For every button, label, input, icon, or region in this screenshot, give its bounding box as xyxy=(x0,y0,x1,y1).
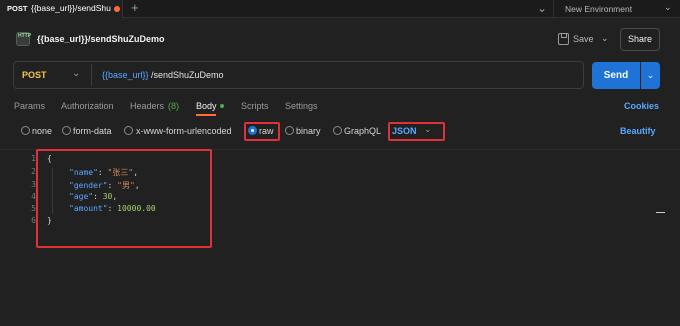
radio-binary-label[interactable]: binary xyxy=(296,126,321,136)
save-icon[interactable] xyxy=(558,33,569,45)
environment-selector[interactable]: New Environment xyxy=(565,4,632,14)
highlight-box-code xyxy=(36,149,212,248)
radio-x-www-form-urlencoded-label[interactable]: x-www-form-urlencoded xyxy=(136,126,232,136)
tab-body[interactable]: Body xyxy=(196,101,217,111)
line-number: 5 xyxy=(31,204,36,213)
chevron-down-icon[interactable]: ⌄ xyxy=(664,2,672,13)
radio-form-data-label[interactable]: form-data xyxy=(73,126,112,136)
tab-headers[interactable]: Headers xyxy=(130,101,164,111)
request-tab[interactable]: POST {{base_url}}/sendShuZ xyxy=(0,0,123,18)
url-input[interactable]: /sendShuZuDemo xyxy=(151,70,224,80)
highlight-box-raw xyxy=(244,122,280,141)
tab-method: POST xyxy=(7,4,28,13)
line-number: 4 xyxy=(31,192,36,201)
active-tab-indicator xyxy=(196,114,216,116)
radio-none-label[interactable]: none xyxy=(32,126,52,136)
send-options-chevron-icon[interactable]: ⌄ xyxy=(641,62,660,89)
line-number: 1 xyxy=(31,154,36,163)
radio-binary[interactable] xyxy=(285,126,294,135)
radio-graphql-label[interactable]: GraphQL xyxy=(344,126,381,136)
divider xyxy=(91,64,92,86)
line-number: 3 xyxy=(31,180,36,189)
editor-scrollbar[interactable] xyxy=(656,212,665,213)
radio-form-data[interactable] xyxy=(62,126,71,135)
tab-authorization[interactable]: Authorization xyxy=(61,101,114,111)
new-tab-button[interactable]: + xyxy=(131,0,139,16)
send-button[interactable]: Send xyxy=(592,62,640,89)
radio-none[interactable] xyxy=(21,126,30,135)
tab-title: {{base_url}}/sendShuZ xyxy=(31,3,111,13)
divider xyxy=(553,0,554,18)
share-button[interactable]: Share xyxy=(620,28,660,51)
unsaved-dot-icon xyxy=(114,6,120,12)
tab-settings[interactable]: Settings xyxy=(285,101,318,111)
highlight-box-json xyxy=(388,122,445,141)
line-number: 6 xyxy=(31,216,36,225)
request-title[interactable]: {{base_url}}/sendShuZuDemo xyxy=(37,34,165,44)
url-bar xyxy=(13,61,584,89)
save-button[interactable]: Save xyxy=(573,34,594,44)
tab-params[interactable]: Params xyxy=(14,101,45,111)
headers-count-badge: (8) xyxy=(168,101,179,111)
tab-scripts[interactable]: Scripts xyxy=(241,101,269,111)
line-number: 2 xyxy=(31,167,36,176)
radio-x-www-form-urlencoded[interactable] xyxy=(124,126,133,135)
beautify-link[interactable]: Beautify xyxy=(620,126,656,136)
chevron-down-icon[interactable]: ⌄ xyxy=(72,68,80,79)
radio-graphql[interactable] xyxy=(333,126,342,135)
url-variable[interactable]: {{base_url}} xyxy=(102,70,149,80)
http-request-icon: HTTP xyxy=(16,32,31,46)
cookies-link[interactable]: Cookies xyxy=(624,101,659,111)
body-active-dot-icon xyxy=(220,104,224,108)
method-selector[interactable]: POST xyxy=(22,70,47,80)
tab-overflow-icon[interactable]: ⌄ xyxy=(537,0,547,16)
save-menu-chevron-icon[interactable]: ⌄ xyxy=(601,33,609,44)
